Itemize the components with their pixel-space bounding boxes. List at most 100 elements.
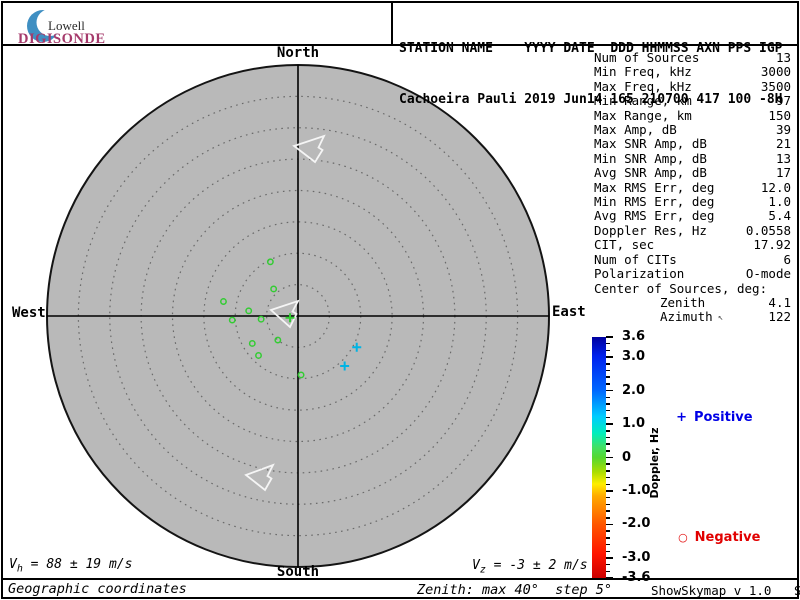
footer-divider: [1, 578, 799, 580]
circle-icon: ○: [678, 531, 688, 544]
legend-negative: ○ Negative: [669, 515, 760, 545]
colorbar-tick: [606, 517, 610, 519]
param-row: Azimuth ↖ 122: [594, 309, 791, 325]
param-label: Min SNR Amp, dB: [594, 150, 707, 166]
param-value: 17.92: [753, 237, 791, 253]
param-label: Min Range, km: [594, 93, 692, 109]
colorbar-tick: [606, 490, 613, 492]
colorbar-tick: [606, 363, 610, 365]
param-label: Max RMS Err, deg: [594, 179, 715, 195]
colorbar-tick: [606, 389, 613, 392]
param-row: Polarization O-mode: [594, 266, 791, 282]
colorbar-tick: [606, 342, 610, 345]
parameter-panel: Num of Sources 13 Min Freq, kHz 3000 Max Fre…: [594, 50, 791, 325]
compass-label-north: North: [276, 45, 320, 61]
colorbar-tick-label: 0: [622, 449, 632, 465]
page: { "logo": { "lowell": "Lowell", "digison…: [0, 0, 800, 600]
coordinates-note: Geographic coordinates: [8, 581, 187, 597]
param-row: Avg RMS Err, deg 5.4: [594, 208, 791, 224]
param-value: O-mode: [745, 266, 791, 282]
colorbar-tick-label: 1.0: [622, 416, 646, 432]
colorbar-tick: [606, 456, 613, 459]
param-value: 1.0: [768, 194, 791, 210]
legend-positive-label: Positive: [693, 410, 753, 425]
param-label: Max Freq, kHz: [594, 78, 692, 94]
param-value: 39: [775, 122, 791, 138]
param-row: Max Amp, dB 39: [594, 122, 791, 138]
compass-label-west: West: [12, 305, 46, 321]
colorbar-tick: [606, 430, 610, 432]
zenith-range-note: Zenith: max 40° step 5°: [417, 582, 613, 598]
param-row: Avg SNR Amp, dB 17: [594, 165, 791, 181]
param-value: 97: [775, 93, 791, 109]
param-value: 21: [775, 136, 791, 152]
colorbar-tick: [606, 396, 610, 399]
plus-icon: +: [676, 410, 687, 425]
param-row: Min Range, km 97: [594, 93, 791, 109]
param-label: Zenith: [660, 294, 706, 310]
param-label: Max Amp, dB: [594, 122, 677, 138]
header-vertical-divider: [391, 1, 393, 44]
param-row: Zenith 4.1: [594, 294, 791, 310]
param-row: Num of CITs 6: [594, 252, 791, 267]
param-label: Min Freq, kHz: [594, 64, 692, 80]
param-label: Avg SNR Amp, dB: [594, 165, 707, 181]
param-row: Max Freq, kHz 3500: [594, 78, 791, 94]
colorbar-tick: [606, 356, 613, 358]
param-value: 5.4: [768, 208, 791, 224]
param-label: Azimuth ↖: [660, 309, 724, 325]
param-value: 4.1: [768, 294, 791, 310]
param-value: 3500: [760, 78, 791, 94]
param-value: 0.0558: [745, 222, 791, 238]
legend-negative-label: Negative: [694, 530, 761, 545]
colorbar-tick-label: -3.0: [622, 549, 651, 565]
param-row: Min Freq, kHz 3000: [594, 64, 791, 80]
colorbar-tick: [606, 436, 610, 439]
vertical-velocity-readout: Vz = -3 ± 2 m/s: [472, 558, 588, 576]
param-row: Max RMS Err, deg 12.0: [594, 179, 791, 195]
param-row: Doppler Res, Hz 0.0558: [594, 222, 791, 238]
compass-label-east: East: [552, 304, 586, 320]
colorbar-tick: [606, 369, 610, 372]
colorbar-tick: [606, 550, 610, 553]
param-value: 13: [775, 150, 791, 166]
param-row: Min SNR Amp, dB 13: [594, 150, 791, 166]
app-version: ShowSkymap v 1.0 SD v 5.1: [651, 583, 800, 598]
param-section-label: Center of Sources, deg:: [594, 280, 791, 296]
colorbar-tick: [606, 423, 613, 425]
colorbar-tick: [606, 443, 610, 445]
param-row: Num of Sources 13: [594, 50, 791, 65]
colorbar-tick: [606, 403, 610, 405]
digisonde-logo: Lowell DIGISONDE: [10, 5, 140, 47]
colorbar-ticks: 3.63.02.01.00-1.0-2.0-3.0-3.6: [606, 329, 651, 585]
param-row: Max SNR Amp, dB 21: [594, 136, 791, 152]
colorbar-tick-label: 3.0: [622, 349, 646, 365]
legend-positive: + Positive: [667, 395, 753, 425]
colorbar-tick: [606, 496, 610, 499]
param-label: Min RMS Err, deg: [594, 194, 715, 210]
param-row: Min RMS Err, deg 1.0: [594, 194, 791, 210]
param-value: 17: [775, 165, 791, 181]
param-label: Center of Sources, deg:: [594, 280, 768, 296]
param-value: 13: [775, 50, 791, 65]
colorbar-tick-label: 3.6: [622, 329, 646, 344]
colorbar-tick: [606, 450, 610, 452]
header-divider: [1, 44, 799, 46]
azimuth-arrow-icon: ↖: [717, 313, 724, 324]
colorbar-tick: [606, 557, 613, 559]
colorbar-tick: [606, 376, 610, 378]
param-label: Avg RMS Err, deg: [594, 208, 715, 224]
colorbar-tick: [606, 383, 610, 385]
colorbar-tick-label: -2.0: [622, 516, 651, 532]
param-label: Max Range, km: [594, 107, 692, 123]
doppler-colorbar: [592, 337, 606, 578]
colorbar-tick: [606, 463, 610, 465]
colorbar-tick: [606, 570, 610, 573]
param-value: 12.0: [760, 179, 791, 195]
param-value: 150: [768, 107, 791, 123]
horizontal-velocity-readout: Vh = 88 ± 19 m/s: [9, 557, 133, 575]
param-value: 122: [768, 309, 791, 325]
colorbar-tick: [606, 543, 610, 546]
colorbar-tick: [606, 336, 613, 338]
colorbar-tick: [606, 563, 610, 566]
